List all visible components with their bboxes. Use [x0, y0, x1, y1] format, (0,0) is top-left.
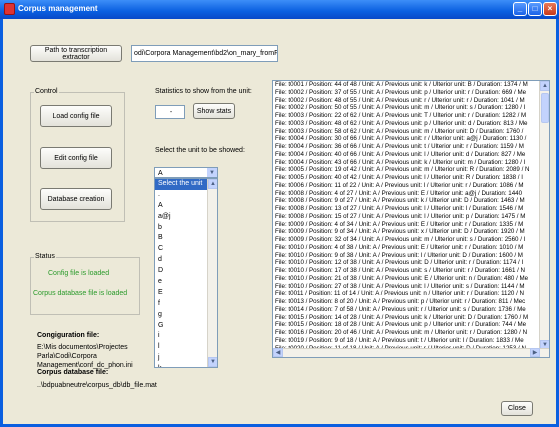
- title-bar[interactable]: Corpus management _ □ ×: [0, 0, 559, 19]
- log-line: File: t0004 / Position: 36 of 66 / Unit:…: [275, 143, 524, 150]
- log-line: File: t0008 / Position: 13 of 27 / Unit:…: [275, 205, 524, 212]
- app-icon: [4, 3, 15, 15]
- log-line: File: t0010 / Position: 12 of 38 / Unit:…: [275, 259, 524, 267]
- close-button[interactable]: Close: [501, 401, 533, 416]
- corpus-loaded-status: Corpus database file is loaded: [33, 290, 128, 297]
- edit-config-button[interactable]: Edit config file: [40, 147, 112, 169]
- corpus-file-path: ..\bdpuabneutre\corpus_db\db_file.mat: [37, 382, 157, 389]
- log-line: File: t0009 / Position: 32 of 34 / Unit:…: [275, 236, 526, 243]
- log-line: File: t0019 / Position: 9 of 18 / Unit: …: [275, 336, 524, 344]
- log-vscrollbar[interactable]: ▲ ▼: [539, 81, 549, 350]
- listbox-scrollbar[interactable]: ▲ ▼: [207, 179, 217, 367]
- log-line: File: t0004 / Position: 30 of 66 / Unit:…: [275, 135, 527, 143]
- status-group: [30, 257, 140, 315]
- path-extractor-button[interactable]: Path to transcription extractor: [30, 45, 122, 62]
- stats-label: Statistics to show from the unit:: [155, 88, 252, 95]
- results-log[interactable]: File: t0001 / Position: 44 of 48 / Unit:…: [272, 80, 550, 358]
- log-line: File: t0015 / Position: 14 of 28 / Unit:…: [275, 313, 529, 321]
- load-config-button[interactable]: Load config file: [40, 105, 112, 127]
- config-loaded-status: Config file is loaded: [48, 270, 110, 277]
- log-line: File: t0016 / Position: 20 of 46 / Unit:…: [275, 329, 528, 336]
- log-line: File: t0003 / Position: 58 of 62 / Unit:…: [275, 127, 524, 135]
- unit-dropdown[interactable]: A ▼: [154, 167, 218, 178]
- status-group-title: Status: [34, 253, 56, 260]
- log-line: File: t0011 / Position: 11 of 14 / Unit:…: [275, 290, 524, 298]
- log-line: File: t0002 / Position: 37 of 55 / Unit:…: [275, 88, 527, 96]
- scroll-up-icon[interactable]: ▲: [208, 179, 217, 189]
- log-line: File: t0004 / Position: 40 of 66 / Unit:…: [275, 150, 526, 158]
- database-creation-button[interactable]: Database creation: [40, 188, 112, 210]
- control-group-title: Control: [34, 88, 59, 95]
- log-line: File: t0004 / Position: 43 of 66 / Unit:…: [275, 158, 526, 166]
- log-hscrollbar[interactable]: ◀ ▶: [273, 348, 549, 357]
- close-window-button[interactable]: ×: [543, 2, 557, 16]
- unit-dropdown-value: A: [158, 170, 163, 177]
- maximize-button[interactable]: □: [528, 2, 542, 16]
- log-line: File: t0010 / Position: 27 of 38 / Unit:…: [275, 282, 525, 290]
- log-line: File: t0015 / Position: 18 of 28 / Unit:…: [275, 321, 527, 329]
- config-file-path: E:\Mis documentos\Projectes Parla\Codi\C…: [37, 344, 133, 369]
- stats-input[interactable]: -: [155, 105, 185, 119]
- path-value-field[interactable]: odi\Corpora Management\bd2\on_mary_fromF…: [131, 45, 278, 62]
- log-line: File: t0014 / Position: 7 of 58 / Unit: …: [275, 305, 526, 313]
- log-line: File: t0002 / Position: 50 of 55 / Unit:…: [275, 104, 526, 112]
- corpus-file-title: Corpus database file:: [37, 369, 109, 376]
- chevron-down-icon[interactable]: ▼: [207, 168, 217, 177]
- log-line: File: t0002 / Position: 48 of 55 / Unit:…: [275, 96, 525, 104]
- unit-listbox[interactable]: Select the unit.Aa@jbBCdDeEfgGiljkl ▲ ▼: [154, 178, 218, 368]
- minimize-button[interactable]: _: [513, 2, 527, 16]
- log-line: File: t0010 / Position: 4 of 38 / Unit: …: [275, 243, 524, 251]
- config-file-title: Congiguration file:: [37, 332, 100, 339]
- log-line: File: t0005 / Position: 19 of 42 / Unit:…: [275, 166, 530, 174]
- log-line: File: t0010 / Position: 17 of 38 / Unit:…: [275, 267, 526, 274]
- log-line: File: t0008 / Position: 15 of 27 / Unit:…: [275, 212, 526, 220]
- log-line: File: t0009 / Position: 4 of 34 / Unit: …: [275, 220, 524, 228]
- log-line: File: t0010 / Position: 9 of 38 / Unit: …: [275, 251, 523, 259]
- log-line: File: t0006 / Position: 11 of 22 / Unit:…: [275, 181, 524, 189]
- scroll-right-icon[interactable]: ▶: [530, 348, 540, 357]
- log-line: File: t0001 / Position: 44 of 48 / Unit:…: [275, 81, 528, 88]
- log-line: File: t0010 / Position: 21 of 38 / Unit:…: [275, 274, 529, 282]
- log-line: File: t0003 / Position: 48 of 62 / Unit:…: [275, 119, 528, 127]
- log-line: File: t0003 / Position: 22 of 62 / Unit:…: [275, 112, 527, 119]
- log-line: File: t0013 / Position: 8 of 20 / Unit: …: [275, 298, 526, 305]
- log-scroll-thumb[interactable]: [541, 93, 549, 123]
- log-line: File: t0009 / Position: 9 of 34 / Unit: …: [275, 228, 525, 236]
- log-line: File: t0005 / Position: 40 of 42 / Unit:…: [275, 174, 523, 181]
- scroll-down-icon[interactable]: ▼: [208, 357, 217, 367]
- log-line: File: t0008 / Position: 9 of 27 / Unit: …: [275, 197, 525, 205]
- show-stats-button[interactable]: Show stats: [193, 103, 235, 119]
- log-line: File: t0008 / Position: 4 of 27 / Unit: …: [275, 189, 523, 197]
- scroll-up-icon[interactable]: ▲: [540, 81, 549, 91]
- window-title: Corpus management: [18, 4, 98, 13]
- scroll-left-icon[interactable]: ◀: [273, 348, 283, 357]
- unit-select-label: Select the unit to be showed:: [155, 147, 245, 154]
